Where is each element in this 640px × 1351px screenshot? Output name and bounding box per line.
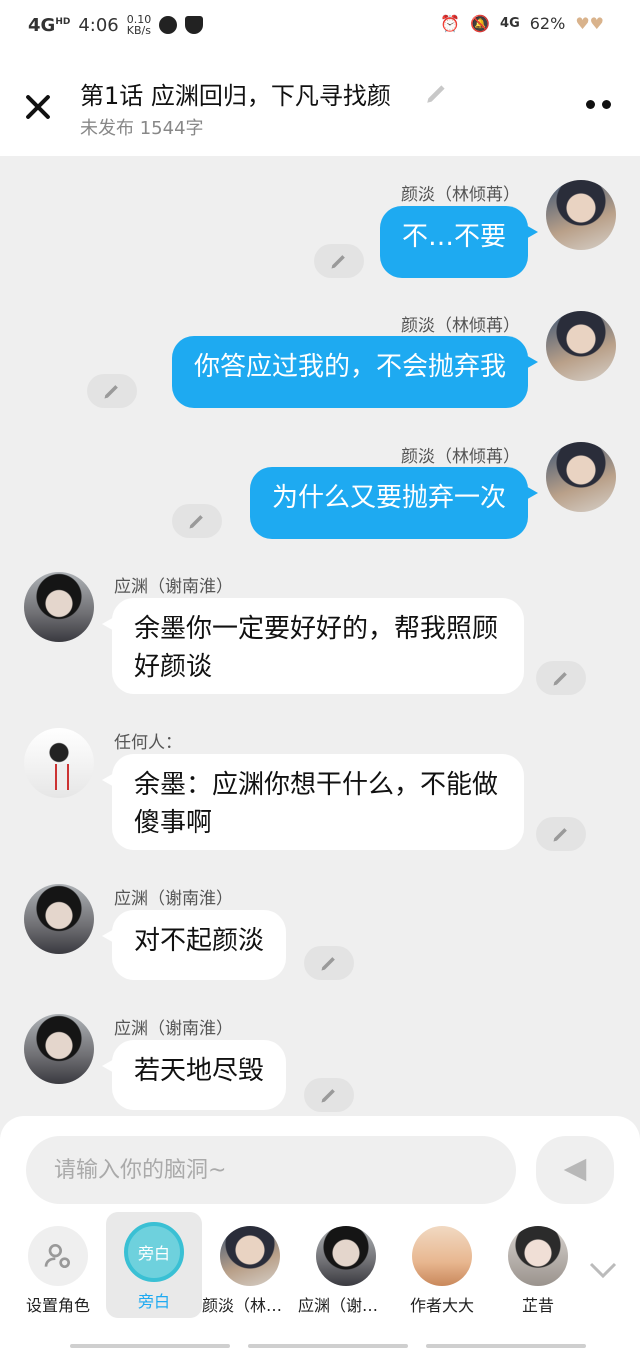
person-settings-icon — [28, 1226, 88, 1286]
edit-message-button[interactable] — [304, 1078, 354, 1112]
send-button[interactable] — [536, 1136, 614, 1204]
edit-message-button[interactable] — [87, 374, 137, 408]
scroll-indicator — [70, 1344, 586, 1348]
media-play-icon — [159, 16, 178, 34]
role-label: 旁白 — [137, 1292, 170, 1311]
send-icon — [563, 1158, 587, 1182]
avatar-yandan[interactable] — [546, 311, 616, 381]
edit-message-button[interactable] — [304, 946, 354, 980]
role-yandan[interactable]: 颜淡（林倾苒） — [202, 1226, 298, 1316]
chat-area[interactable]: 颜淡（林倾苒） 不…不要 颜淡（林倾苒） 你答应过我的，不会抛弃我 颜淡（林倾苒… — [0, 156, 640, 1116]
dot-icon — [586, 100, 595, 109]
pencil-icon — [553, 672, 567, 686]
message-bubble[interactable]: 若天地尽毁 — [101, 1040, 287, 1110]
message-bubble[interactable]: 余墨：应渊你想干什么，不能做傻事啊 — [102, 754, 524, 850]
role-label: 作者大大 — [409, 1296, 474, 1315]
dot-icon — [602, 100, 611, 109]
avatar-zhixi — [508, 1226, 568, 1286]
role-label: 应渊（谢南淮） — [298, 1296, 394, 1315]
network-type-right: 4G — [500, 16, 520, 31]
role-label: 颜淡（林倾苒） — [202, 1296, 298, 1315]
role-narrator[interactable]: 旁白 旁白 — [106, 1212, 202, 1318]
status-bar: 4GHD 4:06 0.10 KB/s ⏰ 🔕 4G 62% ♥♥ — [0, 0, 640, 56]
avatar-author — [412, 1226, 472, 1286]
signal-icon: 4GHD — [28, 14, 71, 36]
heart-icon: ♥♥ — [575, 14, 604, 33]
alarm-icon: ⏰ — [440, 14, 461, 33]
composer-panel: 设置角色 旁白 旁白 颜淡（林倾苒） 应渊（谢南淮） 作者大大 芷昔 — [0, 1116, 640, 1351]
publish-status: 未发布 1544字 — [80, 118, 204, 139]
role-author[interactable]: 作者大大 — [394, 1226, 490, 1316]
message-author: 颜淡（林倾苒） — [401, 185, 520, 205]
battery-level: 62% — [529, 14, 566, 33]
message-bubble[interactable]: 你答应过我的，不会抛弃我 — [171, 336, 539, 408]
message-author: 应渊（谢南淮） — [114, 889, 233, 909]
role-yingyuan[interactable]: 应渊（谢南淮） — [298, 1226, 394, 1316]
pencil-icon — [104, 385, 118, 399]
message-author: 应渊（谢南淮） — [114, 577, 233, 597]
close-icon[interactable] — [22, 90, 56, 124]
pencil-icon[interactable] — [424, 80, 450, 106]
message-author: 颜淡（林倾苒） — [401, 447, 520, 467]
avatar-yingyuan[interactable] — [24, 1014, 94, 1084]
message-bubble[interactable]: 对不起颜淡 — [101, 910, 287, 980]
avatar-yandan[interactable] — [546, 442, 616, 512]
message-author: 任何人： — [114, 733, 182, 753]
chevron-down-icon[interactable] — [588, 1260, 618, 1280]
shield-icon — [185, 16, 204, 34]
pencil-icon — [321, 957, 335, 971]
set-role-button[interactable]: 设置角色 — [10, 1226, 106, 1316]
message-input[interactable] — [26, 1136, 516, 1204]
pencil-icon — [553, 828, 567, 842]
more-options-button[interactable] — [586, 100, 616, 112]
message-bubble[interactable]: 余墨你一定要好好的，帮我照顾好颜谈 — [102, 598, 524, 694]
network-speed: 0.10 KB/s — [126, 13, 152, 37]
avatar-yandan — [220, 1226, 280, 1286]
edit-message-button[interactable] — [536, 661, 586, 695]
role-label: 芷昔 — [521, 1296, 554, 1315]
message-bubble[interactable]: 不…不要 — [379, 206, 539, 278]
avatar-yingyuan — [316, 1226, 376, 1286]
message-author: 应渊（谢南淮） — [114, 1019, 233, 1039]
message-author: 颜淡（林倾苒） — [401, 316, 520, 336]
message-bubble[interactable]: 为什么又要抛弃一次 — [249, 467, 539, 539]
chapter-header: 第1话 应渊回归，下凡寻找颜 未发布 1544字 — [0, 56, 640, 156]
avatar-anyone[interactable] — [24, 728, 94, 798]
pencil-icon — [189, 515, 203, 529]
avatar-yandan[interactable] — [546, 180, 616, 250]
mute-icon: 🔕 — [470, 14, 491, 33]
role-zhixi[interactable]: 芷昔 — [490, 1226, 586, 1316]
avatar-yingyuan[interactable] — [24, 884, 94, 954]
narrator-circle: 旁白 — [124, 1222, 184, 1282]
edit-message-button[interactable] — [314, 244, 364, 278]
pencil-icon — [331, 255, 345, 269]
role-label: 设置角色 — [25, 1296, 90, 1315]
edit-message-button[interactable] — [172, 504, 222, 538]
avatar-yingyuan[interactable] — [24, 572, 94, 642]
edit-message-button[interactable] — [536, 817, 586, 851]
pencil-icon — [321, 1089, 335, 1103]
chapter-title[interactable]: 第1话 应渊回归，下凡寻找颜 — [80, 76, 391, 111]
role-selector: 设置角色 旁白 旁白 颜淡（林倾苒） 应渊（谢南淮） 作者大大 芷昔 — [0, 1212, 640, 1330]
clock-time: 4:06 — [78, 14, 119, 36]
